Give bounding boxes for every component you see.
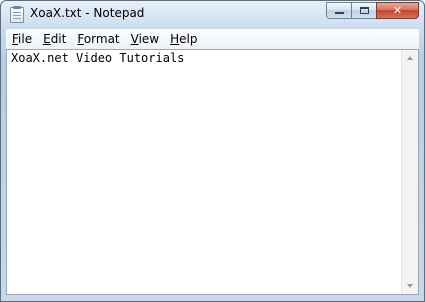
close-icon: ✕	[392, 4, 403, 17]
minimize-button[interactable]	[326, 2, 351, 19]
minimize-icon	[334, 12, 344, 14]
menu-view-accel: V	[130, 32, 139, 46]
menu-bar: File Edit Format View Help	[6, 29, 419, 50]
scroll-down-button[interactable]	[402, 278, 418, 294]
menu-format[interactable]: Format	[72, 30, 124, 48]
menu-file-label: ile	[18, 32, 33, 46]
arrow-up-icon	[407, 56, 413, 60]
menu-edit-accel: E	[43, 32, 51, 46]
caption-buttons: ✕	[326, 2, 419, 20]
menu-help-label: elp	[179, 32, 198, 46]
maximize-icon	[359, 7, 369, 14]
menu-view-label: iew	[138, 32, 160, 46]
editor-text[interactable]: XoaX.net Video Tutorials	[11, 51, 400, 294]
title-bar[interactable]: XoaX.txt - Notepad ✕	[1, 1, 424, 29]
vertical-scrollbar[interactable]	[401, 50, 418, 294]
menu-edit-label: dit	[50, 32, 67, 46]
text-editor[interactable]: XoaX.net Video Tutorials	[6, 49, 419, 295]
menu-help[interactable]: Help	[165, 30, 202, 48]
notepad-icon[interactable]	[10, 6, 24, 23]
notepad-window: XoaX.txt - Notepad ✕ File Edit Format Vi…	[0, 0, 425, 302]
menu-view[interactable]: View	[126, 30, 164, 48]
menu-format-label: ormat	[83, 32, 120, 46]
scroll-up-button[interactable]	[402, 50, 418, 66]
arrow-down-icon	[407, 284, 413, 288]
menu-edit[interactable]: Edit	[38, 30, 71, 48]
close-button[interactable]: ✕	[376, 2, 419, 19]
menu-file[interactable]: File	[7, 30, 37, 48]
menu-help-accel: H	[170, 32, 180, 46]
maximize-button[interactable]	[351, 2, 376, 19]
window-title: XoaX.txt - Notepad	[30, 6, 145, 20]
